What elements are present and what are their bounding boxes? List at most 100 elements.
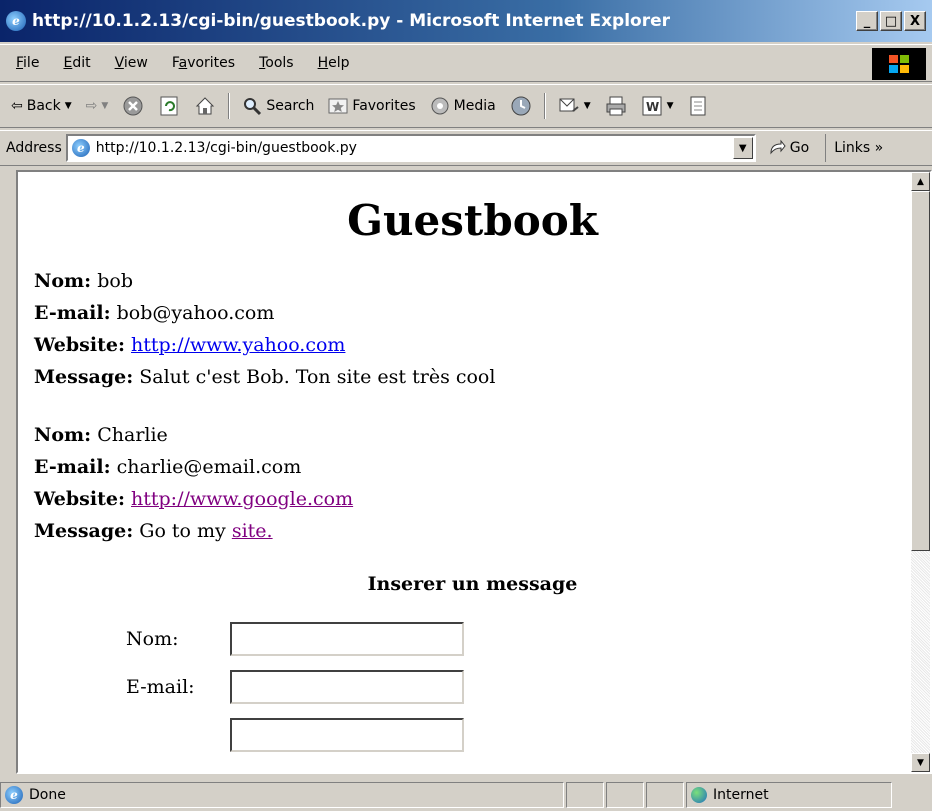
form-nom-label: Nom: <box>126 628 179 650</box>
address-url: http://10.1.2.13/cgi-bin/guestbook.py <box>95 140 357 156</box>
menu-view[interactable]: View <box>103 55 160 71</box>
minimize-button[interactable]: _ <box>856 11 878 31</box>
address-bar: Address e http://10.1.2.13/cgi-bin/guest… <box>0 130 932 166</box>
status-bar: e Done Internet <box>0 778 932 811</box>
menu-help[interactable]: Help <box>306 55 362 71</box>
entry-website: Website: http://www.google.com <box>34 483 911 515</box>
history-button[interactable] <box>505 95 537 117</box>
website-label: Website: <box>34 488 125 510</box>
scroll-down-button[interactable]: ▼ <box>911 753 930 772</box>
search-icon <box>244 98 262 116</box>
email-value: charlie@email.com <box>116 456 302 478</box>
search-button[interactable]: Search <box>237 96 319 116</box>
page-icon: e <box>71 139 90 157</box>
form-email-label: E-mail: <box>126 676 195 698</box>
toolbar-separator <box>543 93 546 119</box>
entry-message: Message: Salut c'est Bob. Ton site est t… <box>34 361 911 393</box>
mail-button[interactable]: ▼ <box>553 95 596 117</box>
print-button[interactable] <box>600 95 632 117</box>
stop-button[interactable] <box>117 95 149 117</box>
close-button[interactable]: X <box>904 11 926 31</box>
address-dropdown-button[interactable]: ▼ <box>732 137 753 159</box>
insert-message-heading: Inserer un message <box>367 573 578 595</box>
printer-icon <box>606 96 626 116</box>
standard-toolbar: ⇦ Back ▼ ⇨ ▼ Search Favorites Media ▼ W … <box>0 84 932 128</box>
links-button[interactable]: Links » <box>825 134 883 162</box>
email-label: E-mail: <box>34 302 111 324</box>
nom-value: bob <box>97 270 133 292</box>
back-label: Back <box>26 98 61 114</box>
status-pane <box>646 781 684 808</box>
favorites-star-icon <box>328 98 348 114</box>
notepad-icon <box>690 96 706 116</box>
entry-email: E-mail: bob@yahoo.com <box>34 297 911 329</box>
address-input[interactable]: e http://10.1.2.13/cgi-bin/guestbook.py … <box>65 134 756 162</box>
nom-label: Nom: <box>34 270 92 292</box>
vertical-scrollbar[interactable]: ▲ ▼ <box>911 172 930 772</box>
address-label: Address <box>6 140 62 156</box>
website-link[interactable]: http://www.google.com <box>131 488 353 510</box>
media-icon <box>431 97 449 115</box>
message-value: Go to my <box>139 520 226 542</box>
website-input[interactable] <box>230 718 464 752</box>
edit-word-button[interactable]: W ▼ <box>636 95 679 117</box>
search-label: Search <box>266 98 315 114</box>
message-label: Message: <box>34 366 134 388</box>
favorites-label: Favorites <box>352 98 416 114</box>
scroll-up-button[interactable]: ▲ <box>911 172 930 191</box>
chevron-down-icon[interactable]: ▼ <box>667 101 674 111</box>
entry-website: Website: http://www.yahoo.com <box>34 329 911 361</box>
nom-value: Charlie <box>97 424 168 446</box>
menu-tools[interactable]: Tools <box>247 55 306 71</box>
back-button[interactable]: ⇦ Back ▼ <box>6 98 77 114</box>
window-title: http://10.1.2.13/cgi-bin/guestbook.py - … <box>32 11 671 31</box>
message-label: Message: <box>34 520 134 542</box>
discuss-button[interactable] <box>683 95 713 117</box>
status-text-pane: e Done <box>0 781 564 808</box>
windows-logo-icon <box>872 48 926 80</box>
email-value: bob@yahoo.com <box>116 302 275 324</box>
email-input[interactable] <box>230 670 464 704</box>
zone-text: Internet <box>713 786 769 803</box>
go-button[interactable]: Go <box>768 139 809 157</box>
page-content: Guestbook Nom: bob E-mail: bob@yahoo.com… <box>18 172 911 772</box>
chevron-down-icon[interactable]: ▼ <box>584 101 591 111</box>
forward-arrow-icon: ⇨ <box>85 98 98 114</box>
status-pane <box>566 781 604 808</box>
message-site-link[interactable]: site. <box>232 520 273 542</box>
favorites-button[interactable]: Favorites <box>323 96 420 116</box>
home-button[interactable] <box>189 95 221 117</box>
refresh-button[interactable] <box>153 95 185 117</box>
menu-bar: File Edit View Favorites Tools Help <box>0 44 932 82</box>
form-row-nom: Nom: <box>126 615 911 663</box>
form-row-email: E-mail: <box>126 663 911 711</box>
website-link[interactable]: http://www.yahoo.com <box>131 334 345 356</box>
ie-logo-icon: e <box>6 11 26 31</box>
scroll-thumb[interactable] <box>911 191 930 551</box>
email-label: E-mail: <box>34 456 111 478</box>
history-icon <box>511 96 531 116</box>
media-button[interactable]: Media <box>425 96 501 116</box>
guestbook-entry: Nom: Charlie E-mail: charlie@email.com W… <box>34 419 911 547</box>
chevron-down-icon[interactable]: ▼ <box>65 101 72 111</box>
chevron-down-icon[interactable]: ▼ <box>101 101 108 111</box>
menu-file[interactable]: File <box>4 55 51 71</box>
entry-nom: Nom: bob <box>34 265 911 297</box>
page-done-icon: e <box>5 785 23 804</box>
entry-message: Message: Go to my site. <box>34 515 911 547</box>
status-pane <box>606 781 644 808</box>
maximize-button[interactable]: □ <box>880 11 902 31</box>
menu-favorites[interactable]: Favorites <box>160 55 247 71</box>
entry-email: E-mail: charlie@email.com <box>34 451 911 483</box>
internet-globe-icon <box>691 786 707 803</box>
back-arrow-icon: ⇦ <box>11 98 23 114</box>
svg-text:W: W <box>646 100 659 114</box>
nom-input[interactable] <box>230 622 464 656</box>
forward-button[interactable]: ⇨ ▼ <box>81 98 114 114</box>
go-arrow-icon <box>770 139 786 155</box>
entry-nom: Nom: Charlie <box>34 419 911 451</box>
menu-edit[interactable]: Edit <box>51 55 102 71</box>
website-label: Website: <box>34 334 125 356</box>
title-bar: e http://10.1.2.13/cgi-bin/guestbook.py … <box>0 0 932 42</box>
home-icon <box>196 97 215 115</box>
